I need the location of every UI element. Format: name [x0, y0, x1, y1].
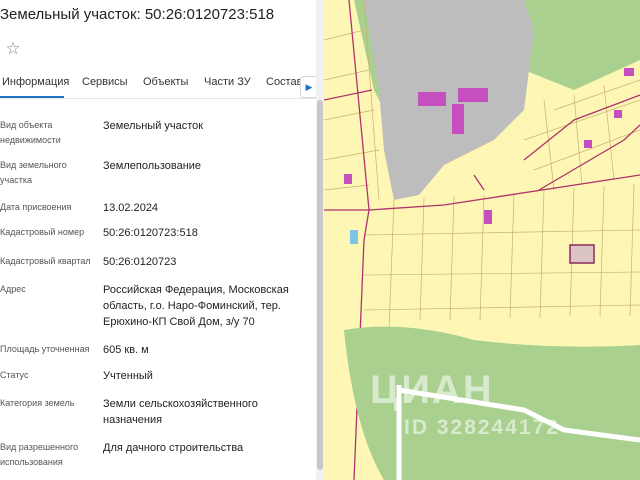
building [584, 140, 592, 148]
info-value: Землепользование [103, 160, 202, 172]
tab-composition[interactable]: Состав [266, 76, 302, 88]
info-label: Адрес [0, 284, 26, 294]
info-label: Кадастровый номер [0, 227, 85, 237]
building [452, 104, 464, 134]
panel-scrollbar[interactable] [316, 0, 324, 480]
tab-active-indicator [0, 96, 64, 98]
tab-objects[interactable]: Объекты [143, 76, 188, 88]
tab-info[interactable]: Информация [2, 76, 69, 88]
info-value: 50:26:0120723:518 [103, 227, 198, 239]
info-value: Для дачного строительства [103, 442, 244, 454]
info-value: 605 кв. м [103, 344, 149, 356]
pond [350, 230, 358, 244]
building [484, 210, 492, 224]
info-label: Категория земель [0, 398, 75, 408]
info-label: Статус [0, 370, 29, 380]
building [344, 174, 352, 184]
info-label: Площадь уточненная [0, 344, 90, 354]
info-value: Земли сельскохозяйственного назначения [103, 398, 258, 426]
info-label: Дата присвоения [0, 202, 72, 212]
info-label: Вид разрешенного использования [0, 442, 79, 467]
selected-parcel[interactable] [569, 244, 595, 264]
chevron-right-icon[interactable]: ▶ [300, 76, 316, 98]
tab-bar: Информация Сервисы Объекты Части ЗУ Сост… [0, 72, 316, 99]
info-value: Учтенный [103, 370, 153, 382]
building [458, 88, 488, 102]
info-value: 13.02.2024 [103, 202, 159, 214]
tab-services[interactable]: Сервисы [82, 76, 128, 88]
info-value: Российская Федерация, Московская область… [103, 284, 289, 328]
building [614, 110, 622, 118]
building [624, 68, 634, 76]
star-icon[interactable]: ☆ [2, 36, 24, 62]
watermark: ЦИАН [370, 368, 494, 412]
info-value: Земельный участок [103, 120, 204, 132]
watermark-id: ID 328244172 [404, 416, 560, 439]
info-value: 50:26:0120723 [103, 256, 177, 268]
page-title: Земельный участок: 50:26:0120723:518 [0, 6, 275, 23]
info-label: Кадастровый квартал [0, 256, 91, 266]
building [418, 92, 446, 106]
info-label: Вид земельного участка [0, 160, 67, 185]
scrollbar-thumb[interactable] [317, 100, 323, 470]
tab-parts[interactable]: Части ЗУ [204, 76, 251, 88]
info-panel: Земельный участок: 50:26:0120723:518 ☆ И… [0, 0, 316, 480]
info-label: Вид объекта недвижимости [0, 120, 61, 145]
